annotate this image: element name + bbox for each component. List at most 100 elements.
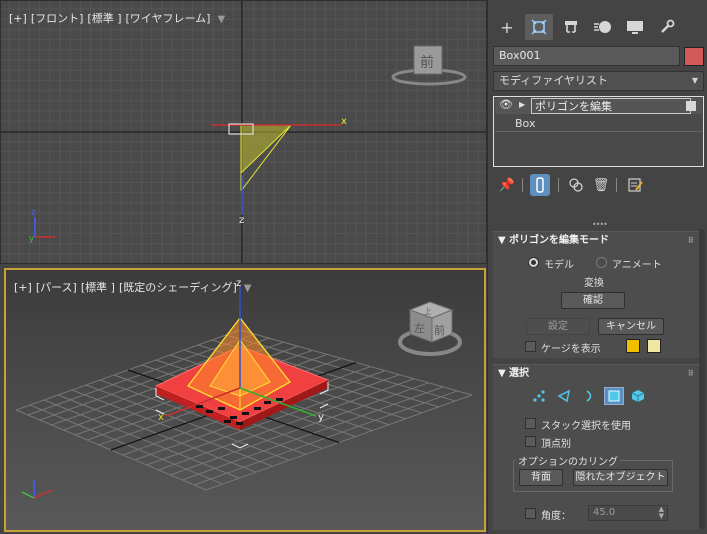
transform-label: 変換 bbox=[584, 278, 604, 289]
border-level-icon[interactable] bbox=[579, 387, 599, 405]
viewport-shading-menu[interactable]: [ワイヤフレーム] bbox=[126, 12, 211, 25]
make-unique-icon[interactable] bbox=[566, 174, 586, 196]
viewcube-side-label: 左 bbox=[414, 322, 425, 335]
collapse-icon: ▼ bbox=[498, 235, 506, 246]
object-color-swatch[interactable] bbox=[684, 47, 704, 66]
by-vertex-label: 頂点別 bbox=[541, 439, 571, 450]
tripod-x-axis bbox=[33, 489, 53, 499]
stack-item-label: ポリゴンを編集 bbox=[531, 98, 691, 114]
element-glyph bbox=[631, 390, 645, 402]
front-viewport[interactable]: x z 前 z y [+] [フロント] [標準 ] [ワイヤフレーム] ▼ bbox=[0, 0, 487, 264]
viewport-view-menu[interactable]: [パース] bbox=[36, 281, 77, 294]
expand-triangle-icon[interactable]: ▶ bbox=[519, 100, 525, 109]
spinner-arrows-icon[interactable]: ▲ ▼ bbox=[659, 506, 664, 520]
use-stack-selection-checkbox[interactable] bbox=[525, 418, 536, 429]
tripod-z-label: z bbox=[31, 208, 36, 218]
animate-radio[interactable] bbox=[596, 257, 607, 268]
occluded-button[interactable]: 隠れたオブジェクト bbox=[573, 469, 668, 486]
cancel-button[interactable]: キャンセル bbox=[598, 318, 664, 335]
cage-selected-color-swatch[interactable] bbox=[647, 339, 661, 353]
perspective-scene: zx y上左前 bbox=[15, 278, 473, 499]
filter-icon[interactable]: ▼ bbox=[244, 283, 252, 294]
stack-item-edit-poly[interactable]: 👁 ▶ ポリゴンを編集 bbox=[495, 98, 702, 114]
make-unique-glyph bbox=[569, 178, 583, 192]
gizmo-y-label: y bbox=[318, 412, 324, 423]
trash-icon[interactable]: 🗑 bbox=[591, 174, 611, 196]
motion-tab-motion-icon[interactable] bbox=[589, 14, 617, 40]
vertex-glyph bbox=[533, 390, 545, 402]
show-cage-label: ケージを表示 bbox=[541, 344, 601, 355]
backface-mark bbox=[254, 407, 261, 410]
backface-mark bbox=[264, 401, 271, 404]
hierarchy-tab-hierarchy-icon[interactable] bbox=[557, 14, 585, 40]
use-stack-selection-label: スタック選択を使用 bbox=[541, 421, 631, 432]
object-name-field[interactable]: Box001 bbox=[493, 46, 680, 66]
utilities-tab-utilities-icon[interactable] bbox=[653, 14, 681, 40]
display-tab-display-icon[interactable] bbox=[621, 14, 649, 40]
element-level-icon[interactable] bbox=[628, 387, 648, 405]
backface-mark bbox=[224, 420, 231, 423]
backface-mark bbox=[230, 416, 237, 419]
stack-toggle-box-icon[interactable] bbox=[686, 101, 696, 111]
configure-modifier-sets-icon[interactable] bbox=[625, 174, 645, 196]
viewcube-face-label: 前 bbox=[434, 323, 445, 337]
modifier-list-dropdown[interactable]: モディファイヤリスト ▼ bbox=[493, 71, 704, 91]
edit-poly-mode-header[interactable]: ▼ ポリゴンを編集モード ⠿ bbox=[493, 232, 699, 250]
viewport-mode-menu[interactable]: [標準 ] bbox=[81, 281, 115, 294]
drag-handle-icon[interactable]: ⠿ bbox=[688, 232, 694, 250]
chevron-down-icon: ▼ bbox=[691, 76, 698, 85]
filter-icon[interactable]: ▼ bbox=[217, 14, 225, 25]
viewport-plus-menu[interactable]: [+] bbox=[14, 281, 32, 294]
tripod-y-axis bbox=[21, 491, 35, 499]
viewport-view-menu[interactable]: [フロント] bbox=[31, 12, 84, 25]
panel-divider-grip[interactable]: •••• bbox=[592, 220, 608, 229]
modify-icon bbox=[531, 19, 547, 35]
display-icon bbox=[627, 21, 643, 34]
command-panel-tabs: + bbox=[488, 8, 707, 42]
angle-checkbox[interactable] bbox=[525, 508, 536, 519]
backface-mark bbox=[242, 412, 249, 415]
show-cage-checkbox[interactable] bbox=[525, 341, 536, 352]
gizmo-x-label: x bbox=[341, 116, 347, 127]
settings-button[interactable]: 設定 bbox=[526, 318, 590, 335]
polygon-level-icon[interactable] bbox=[604, 387, 624, 405]
by-vertex-checkbox[interactable] bbox=[525, 436, 536, 447]
modify-tab-modify-icon[interactable] bbox=[525, 14, 553, 40]
edge-level-icon[interactable] bbox=[554, 387, 574, 405]
angle-value: 45.0 bbox=[593, 507, 616, 518]
commit-button[interactable]: 確認 bbox=[561, 292, 625, 309]
eye-icon[interactable]: 👁 bbox=[499, 98, 513, 111]
viewport-shading-menu[interactable]: [既定のシェーディング] bbox=[119, 281, 237, 294]
create-tab-plus-icon[interactable]: + bbox=[493, 14, 521, 40]
selection-header[interactable]: ▼ 選択 ⠿ bbox=[493, 365, 699, 383]
command-panel: + Box001 モディファイヤリスト ▼ 👁 ▶ ポリゴンを編集 Box 📌 … bbox=[487, 0, 707, 534]
front-viewport-label[interactable]: [+] [フロント] [標準 ] [ワイヤフレーム] ▼ bbox=[9, 10, 229, 26]
subobject-level-buttons bbox=[529, 387, 659, 407]
drag-handle-icon[interactable]: ⠿ bbox=[688, 365, 694, 383]
collapse-icon: ▼ bbox=[498, 368, 506, 379]
selection-rollout: ▼ 選択 ⠿ スタック選択を使用 頂点別 オプションのカリング 背面 隠れたオブ… bbox=[493, 364, 699, 530]
tool-separator bbox=[522, 178, 523, 192]
viewport-mode-menu[interactable]: [標準 ] bbox=[87, 12, 121, 25]
panel-scrollbar[interactable] bbox=[699, 229, 705, 529]
vertex-level-icon[interactable] bbox=[529, 387, 549, 405]
stack-tools: 📌 🗑 bbox=[488, 172, 707, 198]
hierarchy-icon bbox=[565, 21, 577, 33]
perspective-viewport[interactable]: zxy上左前 [+] [パース] [標準 ] [既定のシェーディング] ▼ bbox=[4, 268, 486, 532]
tripod-y-label: y bbox=[29, 234, 35, 244]
polygon-glyph bbox=[608, 390, 620, 402]
border-glyph bbox=[586, 390, 592, 402]
stack-item-box[interactable]: Box bbox=[495, 116, 702, 132]
pin-stack-icon[interactable]: 📌 bbox=[497, 174, 517, 196]
backfacing-button[interactable]: 背面 bbox=[519, 469, 563, 486]
backface-mark bbox=[206, 410, 213, 413]
angle-label: 角度： bbox=[541, 511, 571, 522]
modifier-list-label: モディファイヤリスト bbox=[499, 74, 608, 87]
angle-spinner[interactable]: 45.0 ▲ ▼ bbox=[588, 505, 668, 521]
viewport-plus-menu[interactable]: [+] bbox=[9, 12, 27, 25]
show-end-result-icon[interactable] bbox=[530, 174, 550, 196]
cage-color-swatch[interactable] bbox=[626, 339, 640, 353]
edit-poly-mode-rollout: ▼ ポリゴンを編集モード ⠿ モデル アニメート 変換 確認 設定 キャンセル … bbox=[493, 231, 699, 358]
perspective-viewport-label[interactable]: [+] [パース] [標準 ] [既定のシェーディング] ▼ bbox=[14, 279, 255, 295]
model-radio[interactable] bbox=[528, 257, 539, 268]
